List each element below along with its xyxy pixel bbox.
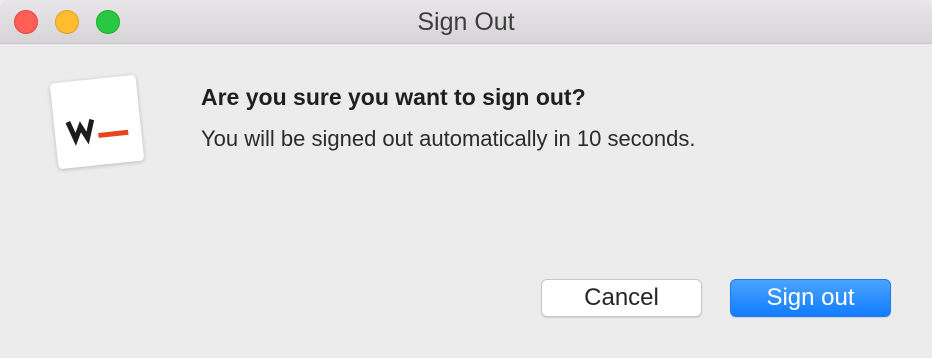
dialog-message: You will be signed out automatically in …: [201, 126, 696, 151]
cancel-button[interactable]: Cancel: [541, 279, 702, 317]
title-bar: Sign Out: [0, 0, 932, 44]
sign-out-dialog-window: Sign Out Are you sure you want to sign o…: [0, 0, 932, 358]
w-logo-icon: [49, 74, 145, 170]
window-title: Sign Out: [417, 8, 515, 36]
dialog-heading: Are you sure you want to sign out?: [201, 84, 586, 110]
sign-out-button[interactable]: Sign out: [730, 279, 891, 317]
